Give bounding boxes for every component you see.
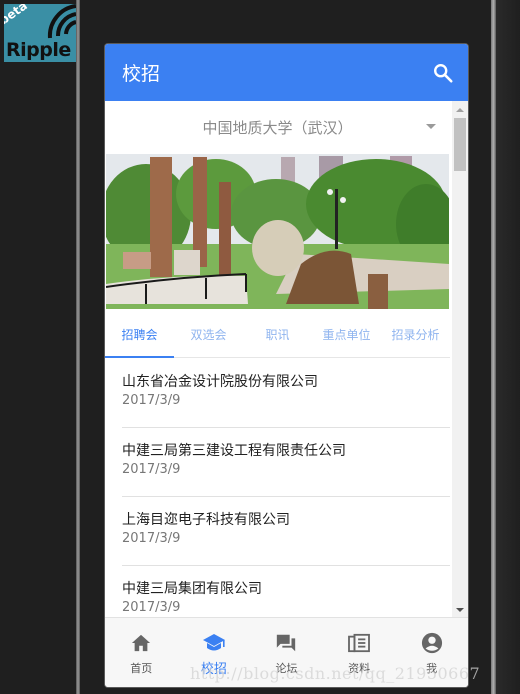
list-item[interactable]: 山东省冶金设计院股份有限公司 2017/3/9 — [122, 359, 450, 428]
nav-label: 首页 — [130, 662, 153, 675]
school-dropdown-value: 中国地质大学（武汉） — [202, 118, 353, 137]
event-date: 2017/3/9 — [122, 600, 181, 615]
document-icon — [347, 631, 371, 655]
content-scroll-area[interactable]: 中国地质大学（武汉） 招聘会 双选会 职讯 重点单位 招录分析 山东省冶金设计院… — [105, 101, 468, 617]
device-frame-shadow — [496, 0, 520, 694]
nav-label: 我 — [426, 662, 438, 675]
chevron-down-icon — [426, 124, 436, 129]
campus-banner-image — [106, 154, 449, 309]
tab-key-employers[interactable]: 重点单位 — [312, 311, 381, 357]
nav-item-materials[interactable]: 资料 — [323, 618, 396, 687]
company-name: 山东省冶金设计院股份有限公司 — [122, 374, 318, 390]
ripple-logo: beta Ripple — [4, 4, 76, 62]
scrollbar-thumb[interactable] — [454, 118, 466, 171]
device-frame-left — [76, 0, 80, 694]
nav-label: 论坛 — [275, 662, 298, 675]
nav-item-forum[interactable]: 论坛 — [250, 618, 323, 687]
school-dropdown[interactable]: 中国地质大学（武汉） — [105, 101, 450, 153]
forum-icon — [274, 631, 298, 655]
list-item[interactable]: 中建三局第三建设工程有限责任公司 2017/3/9 — [122, 428, 450, 497]
banner-photo — [106, 154, 449, 309]
nav-item-campus-recruit[interactable]: 校招 — [178, 618, 251, 687]
tab-job-fair[interactable]: 招聘会 — [105, 311, 174, 358]
company-name: 中建三局集团有限公司 — [122, 581, 262, 597]
search-button[interactable] — [430, 60, 456, 86]
event-date: 2017/3/9 — [122, 393, 181, 408]
job-fair-list: 山东省冶金设计院股份有限公司 2017/3/9 中建三局第三建设工程有限责任公司… — [105, 359, 450, 617]
nav-item-home[interactable]: 首页 — [105, 618, 178, 687]
home-icon — [129, 631, 153, 655]
list-item[interactable]: 中建三局集团有限公司 2017/3/9 — [122, 566, 450, 617]
logo-badge: beta — [4, 4, 30, 28]
emulator-stage: beta Ripple 校招 中国地质大学（武汉） 招聘会 双选会 职讯 重点单… — [0, 0, 520, 694]
tab-double-selection[interactable]: 双选会 — [174, 311, 243, 357]
bottom-navigation: 首页 校招 论坛 资料 我 — [105, 617, 468, 687]
event-date: 2017/3/9 — [122, 462, 181, 477]
account-icon — [420, 631, 444, 655]
scroll-up-arrow-icon[interactable] — [456, 108, 464, 112]
scroll-down-arrow-icon[interactable] — [456, 608, 464, 612]
ripple-waves-icon — [47, 4, 76, 39]
phone-screen: 校招 中国地质大学（武汉） 招聘会 双选会 职讯 重点单位 招录分析 山东省冶金… — [105, 44, 468, 687]
page-title: 校招 — [122, 63, 161, 85]
search-icon — [434, 63, 453, 83]
graduation-cap-icon — [202, 631, 226, 655]
nav-label: 资料 — [348, 662, 371, 675]
tab-job-news[interactable]: 职讯 — [243, 311, 312, 357]
event-date: 2017/3/9 — [122, 531, 181, 546]
nav-label: 校招 — [200, 662, 227, 677]
vertical-scrollbar[interactable] — [452, 101, 468, 617]
nav-item-me[interactable]: 我 — [395, 618, 468, 687]
category-tabs: 招聘会 双选会 职讯 重点单位 招录分析 — [105, 311, 450, 358]
app-bar: 校招 — [105, 44, 468, 101]
company-name: 上海目迩电子科技有限公司 — [122, 512, 290, 528]
list-item[interactable]: 上海目迩电子科技有限公司 2017/3/9 — [122, 497, 450, 566]
company-name: 中建三局第三建设工程有限责任公司 — [122, 443, 346, 459]
logo-text: Ripple — [6, 39, 71, 61]
tab-recruitment-analysis[interactable]: 招录分析 — [381, 311, 450, 357]
